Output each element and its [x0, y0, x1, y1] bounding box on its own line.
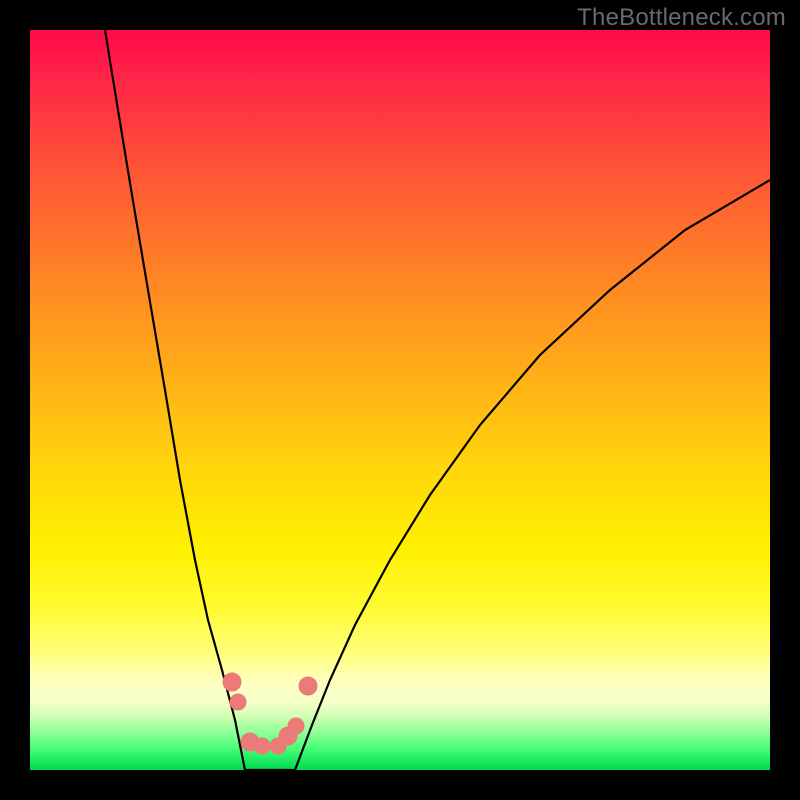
valley-marker — [288, 718, 304, 734]
curve-layer — [30, 30, 770, 770]
bottleneck-curve — [105, 30, 770, 770]
chart-frame: TheBottleneck.com — [0, 0, 800, 800]
valley-marker — [223, 673, 241, 691]
plot-area — [30, 30, 770, 770]
marker-group — [223, 673, 317, 754]
valley-marker — [299, 677, 317, 695]
valley-marker — [254, 738, 270, 754]
valley-marker — [230, 694, 246, 710]
watermark-text: TheBottleneck.com — [577, 4, 786, 32]
